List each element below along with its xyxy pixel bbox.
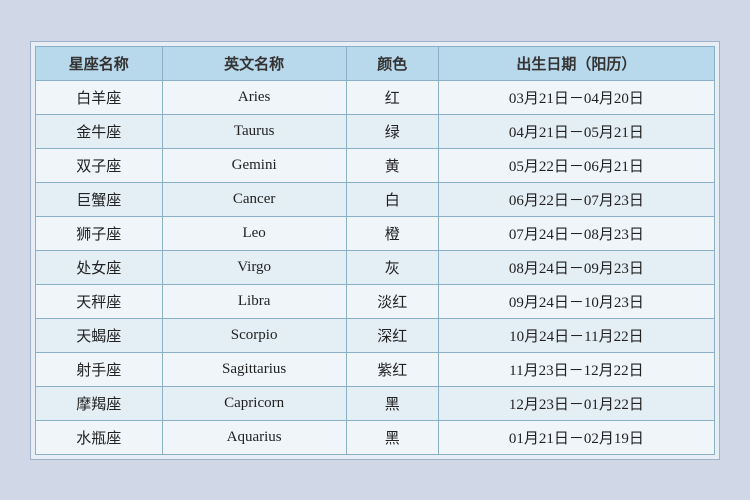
- cell-color: 绿: [346, 114, 438, 148]
- cell-color: 橙: [346, 216, 438, 250]
- cell-chinese: 水瓶座: [36, 420, 163, 454]
- cell-date: 01月21日－02月19日: [438, 420, 714, 454]
- cell-chinese: 巨蟹座: [36, 182, 163, 216]
- zodiac-table: 星座名称 英文名称 颜色 出生日期（阳历） 白羊座Aries红03月21日－04…: [35, 46, 715, 455]
- header-chinese: 星座名称: [36, 46, 163, 80]
- cell-chinese: 射手座: [36, 352, 163, 386]
- header-english: 英文名称: [162, 46, 346, 80]
- table-row: 狮子座Leo橙07月24日－08月23日: [36, 216, 715, 250]
- table-row: 白羊座Aries红03月21日－04月20日: [36, 80, 715, 114]
- cell-date: 04月21日－05月21日: [438, 114, 714, 148]
- cell-english: Gemini: [162, 148, 346, 182]
- cell-chinese: 白羊座: [36, 80, 163, 114]
- table-row: 天秤座Libra淡红09月24日－10月23日: [36, 284, 715, 318]
- cell-date: 09月24日－10月23日: [438, 284, 714, 318]
- table-row: 天蝎座Scorpio深红10月24日－11月22日: [36, 318, 715, 352]
- cell-chinese: 狮子座: [36, 216, 163, 250]
- cell-color: 黑: [346, 420, 438, 454]
- header-color: 颜色: [346, 46, 438, 80]
- cell-english: Libra: [162, 284, 346, 318]
- table-body: 白羊座Aries红03月21日－04月20日金牛座Taurus绿04月21日－0…: [36, 80, 715, 454]
- cell-english: Scorpio: [162, 318, 346, 352]
- cell-english: Taurus: [162, 114, 346, 148]
- table-row: 金牛座Taurus绿04月21日－05月21日: [36, 114, 715, 148]
- cell-english: Virgo: [162, 250, 346, 284]
- cell-color: 黑: [346, 386, 438, 420]
- cell-color: 黄: [346, 148, 438, 182]
- cell-english: Capricorn: [162, 386, 346, 420]
- cell-date: 03月21日－04月20日: [438, 80, 714, 114]
- cell-date: 05月22日－06月21日: [438, 148, 714, 182]
- table-row: 摩羯座Capricorn黑12月23日－01月22日: [36, 386, 715, 420]
- cell-english: Aquarius: [162, 420, 346, 454]
- cell-chinese: 摩羯座: [36, 386, 163, 420]
- cell-color: 深红: [346, 318, 438, 352]
- cell-english: Aries: [162, 80, 346, 114]
- cell-date: 07月24日－08月23日: [438, 216, 714, 250]
- cell-chinese: 天蝎座: [36, 318, 163, 352]
- cell-date: 12月23日－01月22日: [438, 386, 714, 420]
- header-date: 出生日期（阳历）: [438, 46, 714, 80]
- cell-english: Leo: [162, 216, 346, 250]
- cell-date: 06月22日－07月23日: [438, 182, 714, 216]
- cell-chinese: 天秤座: [36, 284, 163, 318]
- cell-color: 红: [346, 80, 438, 114]
- cell-color: 白: [346, 182, 438, 216]
- cell-english: Cancer: [162, 182, 346, 216]
- table-row: 射手座Sagittarius紫红11月23日－12月22日: [36, 352, 715, 386]
- table-row: 水瓶座Aquarius黑01月21日－02月19日: [36, 420, 715, 454]
- cell-english: Sagittarius: [162, 352, 346, 386]
- table-header-row: 星座名称 英文名称 颜色 出生日期（阳历）: [36, 46, 715, 80]
- cell-color: 灰: [346, 250, 438, 284]
- table-row: 双子座Gemini黄05月22日－06月21日: [36, 148, 715, 182]
- cell-chinese: 处女座: [36, 250, 163, 284]
- cell-chinese: 双子座: [36, 148, 163, 182]
- cell-color: 淡红: [346, 284, 438, 318]
- cell-color: 紫红: [346, 352, 438, 386]
- cell-date: 11月23日－12月22日: [438, 352, 714, 386]
- cell-date: 08月24日－09月23日: [438, 250, 714, 284]
- cell-date: 10月24日－11月22日: [438, 318, 714, 352]
- table-row: 巨蟹座Cancer白06月22日－07月23日: [36, 182, 715, 216]
- table-row: 处女座Virgo灰08月24日－09月23日: [36, 250, 715, 284]
- cell-chinese: 金牛座: [36, 114, 163, 148]
- zodiac-table-container: 星座名称 英文名称 颜色 出生日期（阳历） 白羊座Aries红03月21日－04…: [30, 41, 720, 460]
